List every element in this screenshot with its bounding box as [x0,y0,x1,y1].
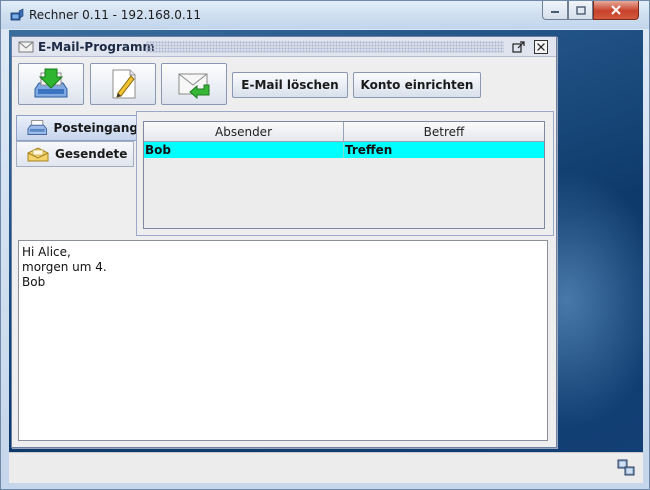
maximize-icon[interactable] [512,40,526,54]
envelope-icon [18,41,34,53]
app-icon [10,8,24,21]
cell-sender: Bob [144,142,344,158]
window-titlebar[interactable]: Rechner 0.11 - 192.168.0.11 [1,1,649,29]
message-body-textarea[interactable]: Hi Alice, morgen um 4. Bob [18,240,548,441]
mail-program-window: E-Mail-Programm E-Mail löschen Konto ein… [11,36,557,448]
mail-title: E-Mail-Programm [38,40,155,54]
virtual-desktop: E-Mail-Programm E-Mail löschen Konto ein… [9,30,643,452]
column-header-subject[interactable]: Betreff [344,122,544,142]
close-icon [611,5,621,15]
close-button[interactable] [593,1,639,20]
tab-inbox[interactable]: Posteingang [16,115,138,141]
tab-inbox-label: Posteingang [53,121,138,135]
inbox-tray-icon [27,120,47,135]
mail-table[interactable]: Absender Betreff Bob Treffen [143,121,545,229]
fetch-mail-button[interactable] [18,63,84,105]
setup-account-button[interactable]: Konto einrichten [353,72,481,98]
minimize-icon [551,11,559,13]
compose-mail-button[interactable] [90,63,156,105]
window-client-area: E-Mail-Programm E-Mail löschen Konto ein… [9,30,643,483]
status-bar [9,452,643,483]
close-icon[interactable] [534,40,548,54]
reply-mail-button[interactable] [161,63,227,105]
table-row[interactable]: Bob Treffen [144,142,544,158]
network-icon[interactable] [617,459,635,477]
maximize-icon [575,5,586,15]
mail-titlebar[interactable]: E-Mail-Programm [12,37,556,57]
tab-sent-label: Gesendete [55,147,128,161]
column-header-sender[interactable]: Absender [144,122,344,142]
download-inbox-icon [34,68,68,98]
envelope-reply-arrow-icon [178,73,210,99]
minimize-button[interactable] [542,1,568,20]
maximize-button[interactable] [568,1,593,20]
inbox-panel: Absender Betreff Bob Treffen [136,111,554,236]
application-window: Rechner 0.11 - 192.168.0.11 E-Mail-Progr… [0,0,650,490]
tab-sent[interactable]: Gesendete [16,141,134,167]
pencil-paper-icon [112,69,136,99]
titlebar-grip [146,41,504,53]
window-title: Rechner 0.11 - 192.168.0.11 [29,8,201,22]
delete-mail-button[interactable]: E-Mail löschen [232,72,348,98]
sent-envelope-icon [27,147,49,162]
cell-subject: Treffen [345,143,393,157]
